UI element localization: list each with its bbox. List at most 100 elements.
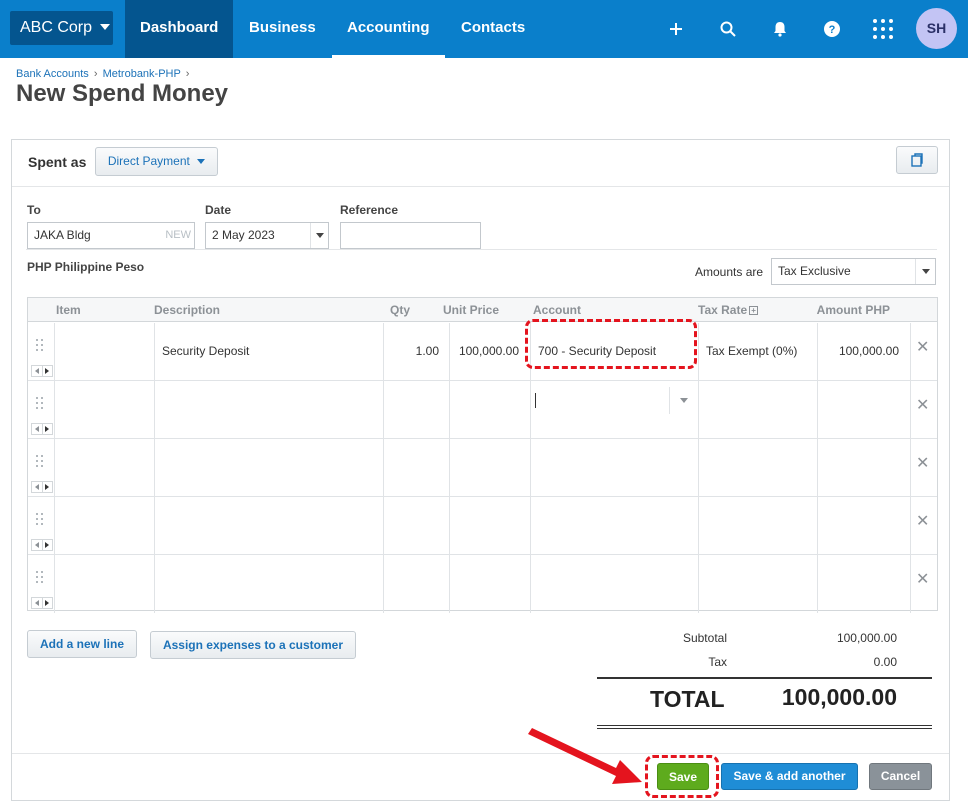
column-divider: [910, 381, 911, 438]
avatar[interactable]: SH: [916, 8, 957, 49]
unit-price-cell[interactable]: 100,000.00: [451, 344, 519, 358]
copy-icon: [911, 153, 923, 167]
new-contact-tag: NEW: [165, 229, 191, 241]
search-icon[interactable]: [716, 17, 740, 41]
drag-handle-icon[interactable]: [36, 571, 44, 585]
to-label: To: [27, 203, 41, 217]
amount-cell[interactable]: 100,000.00: [818, 344, 899, 358]
amounts-are-select[interactable]: Tax Exclusive: [771, 258, 936, 285]
assign-expenses-button[interactable]: Assign expenses to a customer: [150, 631, 356, 659]
delete-row-icon[interactable]: ✕: [916, 453, 929, 473]
date-field[interactable]: 2 May 2023: [205, 222, 329, 249]
delete-row-icon[interactable]: ✕: [916, 569, 929, 589]
col-description: Description: [154, 303, 221, 317]
column-divider: [449, 323, 450, 380]
tax-rate-cell[interactable]: Tax Exempt (0%): [706, 344, 816, 358]
help-icon[interactable]: ?: [820, 17, 844, 41]
delete-row-icon[interactable]: ✕: [916, 511, 929, 531]
column-divider: [54, 497, 55, 554]
to-field[interactable]: JAKA Bldg NEW: [27, 222, 195, 249]
bell-icon[interactable]: [768, 17, 792, 41]
column-divider: [449, 439, 450, 496]
breadcrumb: Bank Accounts › Metrobank-PHP ›: [16, 68, 191, 80]
date-dropdown-icon[interactable]: [310, 223, 328, 248]
total-divider: [597, 677, 932, 679]
row-scroll-arrows-icon[interactable]: [31, 539, 53, 551]
date-value: 2 May 2023: [212, 228, 275, 242]
breadcrumb-account[interactable]: Metrobank-PHP: [103, 68, 181, 80]
expand-icon[interactable]: +: [749, 306, 759, 316]
drag-handle-icon[interactable]: [36, 455, 44, 469]
table-row[interactable]: ✕: [28, 381, 937, 439]
column-divider: [698, 497, 699, 554]
breadcrumb-bank-accounts[interactable]: Bank Accounts: [16, 68, 89, 80]
column-divider: [154, 439, 155, 496]
tab-business[interactable]: Business: [234, 0, 331, 58]
description-cell[interactable]: Security Deposit: [162, 344, 372, 358]
column-divider: [817, 439, 818, 496]
column-divider: [54, 381, 55, 438]
table-row[interactable]: ✕: [28, 497, 937, 555]
apps-grid-icon[interactable]: [871, 17, 895, 41]
delete-row-icon[interactable]: ✕: [916, 337, 929, 357]
column-divider: [154, 497, 155, 554]
row-scroll-arrows-icon[interactable]: [31, 423, 53, 435]
save-and-add-another-button[interactable]: Save & add another: [721, 763, 858, 790]
col-unit-price: Unit Price: [442, 303, 499, 317]
subtotal-label: Subtotal: [682, 631, 727, 645]
amounts-are-label: Amounts are: [695, 265, 764, 279]
column-divider: [54, 323, 55, 380]
col-account: Account: [533, 303, 581, 317]
copy-button[interactable]: [896, 146, 938, 174]
reference-field[interactable]: [340, 222, 481, 249]
column-divider: [530, 555, 531, 613]
row-scroll-arrows-icon[interactable]: [31, 597, 53, 609]
drag-handle-icon[interactable]: [36, 513, 44, 527]
cancel-button[interactable]: Cancel: [869, 763, 932, 790]
chevron-down-icon: [100, 23, 111, 30]
column-divider: [449, 497, 450, 554]
column-divider: [383, 381, 384, 438]
col-tax-rate[interactable]: Tax Rate +: [698, 303, 759, 317]
column-divider: [54, 439, 55, 496]
table-row[interactable]: ✕: [28, 439, 937, 497]
column-divider: [449, 555, 450, 613]
drag-handle-icon[interactable]: [36, 339, 44, 353]
subtotal-value: 100,000.00: [836, 631, 897, 645]
row-scroll-arrows-icon[interactable]: [31, 481, 53, 493]
tab-contacts[interactable]: Contacts: [446, 0, 540, 58]
tab-accounting[interactable]: Accounting: [332, 0, 445, 58]
line-items-table: Item Description Qty Unit Price Account …: [27, 297, 938, 613]
currency-label: PHP Philippine Peso: [27, 260, 145, 274]
column-divider: [698, 381, 699, 438]
org-name: ABC Corp: [20, 19, 93, 36]
amounts-are-value: Tax Exclusive: [778, 264, 851, 278]
add-new-line-button[interactable]: Add a new line: [27, 630, 137, 658]
column-divider: [698, 323, 699, 380]
col-tax-rate-label: Tax Rate: [698, 303, 748, 317]
qty-cell[interactable]: 1.00: [385, 344, 439, 358]
table-row[interactable]: Security Deposit 1.00 100,000.00 700 - Secu…: [28, 323, 937, 381]
account-highlight: [525, 319, 697, 369]
column-divider: [698, 439, 699, 496]
account-dropdown-icon[interactable]: [669, 387, 697, 414]
column-divider: [817, 555, 818, 613]
column-divider: [383, 439, 384, 496]
col-amount: Amount PHP: [816, 303, 890, 317]
column-divider: [910, 497, 911, 554]
form-toolbar: Spent as Direct Payment: [12, 140, 949, 187]
column-divider: [154, 381, 155, 438]
tab-dashboard[interactable]: Dashboard: [125, 0, 234, 58]
delete-row-icon[interactable]: ✕: [916, 395, 929, 415]
table-row[interactable]: ✕: [28, 555, 937, 613]
column-divider: [154, 555, 155, 613]
org-switcher[interactable]: ABC Corp: [10, 11, 113, 45]
drag-handle-icon[interactable]: [36, 397, 44, 411]
arrow-annotation-icon: [528, 728, 642, 784]
add-icon[interactable]: [664, 17, 688, 41]
chevron-down-icon[interactable]: [915, 259, 935, 284]
spent-as-dropdown[interactable]: Direct Payment: [95, 147, 218, 176]
row-scroll-arrows-icon[interactable]: [31, 365, 53, 377]
tax-value: 0.00: [873, 655, 897, 669]
column-divider: [910, 439, 911, 496]
